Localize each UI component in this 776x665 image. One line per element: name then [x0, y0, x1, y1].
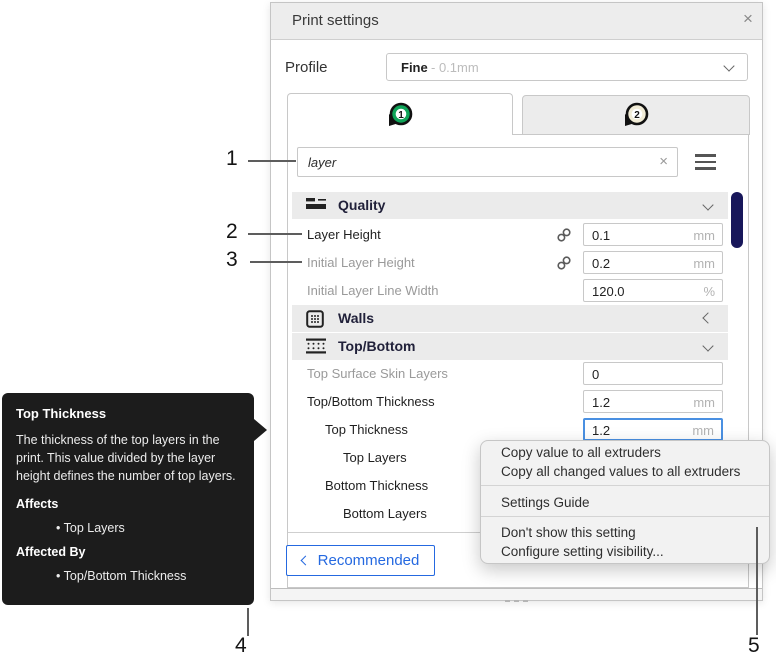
setting-value-field[interactable]: 120.0 % — [583, 279, 723, 302]
link-icon — [557, 228, 571, 242]
chevron-down-icon — [723, 60, 735, 72]
scrollbar-thumb[interactable] — [731, 192, 743, 248]
section-top-bottom-label: Top/Bottom — [338, 338, 416, 354]
row-initial-layer-height: Initial Layer Height 0.2 mm — [292, 249, 728, 277]
setting-unit: mm — [692, 423, 714, 438]
menu-item-dont-show[interactable]: Don't show this setting — [481, 525, 769, 540]
setting-label: Layer Height — [307, 227, 381, 242]
section-quality[interactable]: Quality — [292, 192, 728, 219]
annotation-2: 2 — [226, 220, 238, 243]
annotation-5: 5 — [748, 634, 760, 657]
setting-value: 0.2 — [592, 256, 611, 271]
context-menu: Copy value to all extruders Copy all cha… — [480, 440, 770, 564]
menu-item-settings-guide[interactable]: Settings Guide — [481, 495, 769, 510]
row-top-bottom-thickness: Top/Bottom Thickness 1.2 mm — [292, 388, 728, 416]
quality-icon — [306, 198, 326, 209]
annotation-4-line — [247, 608, 249, 636]
setting-label: Initial Layer Line Width — [307, 283, 439, 298]
tab-extruder-2[interactable]: 2 — [522, 95, 750, 135]
setting-tooltip: Top Thickness The thickness of the top l… — [2, 393, 254, 605]
setting-unit: mm — [693, 395, 715, 410]
panel-resize-handle[interactable] — [271, 588, 762, 602]
clear-search-icon[interactable]: × — [659, 153, 668, 170]
tooltip-affects-heading: Affects — [16, 497, 59, 512]
annotation-1: 1 — [226, 147, 238, 170]
setting-value: 0 — [592, 367, 600, 382]
setting-value-field[interactable]: 0 — [583, 362, 723, 385]
annotation-1-line — [248, 160, 296, 162]
setting-value: 120.0 — [592, 284, 625, 299]
tooltip-affected-by-heading: Affected By — [16, 545, 86, 560]
profile-suffix: - 0.1mm — [431, 60, 479, 75]
row-top-surface-skin-layers: Top Surface Skin Layers 0 — [292, 360, 728, 388]
row-initial-layer-line-width: Initial Layer Line Width 120.0 % — [292, 277, 728, 305]
setting-value-field-focused[interactable]: 1.2 mm — [583, 418, 723, 441]
setting-label: Top Thickness — [325, 422, 408, 437]
screenshot-stage: Print settings × Profile Fine - 0.1mm 1 … — [0, 0, 776, 665]
link-icon — [557, 256, 571, 270]
search-text: layer — [308, 155, 337, 170]
profile-value: Fine — [401, 60, 428, 75]
chevron-down-icon — [702, 199, 714, 211]
section-quality-label: Quality — [338, 197, 386, 213]
annotation-2-line — [248, 233, 302, 235]
menu-separator — [481, 516, 769, 517]
search-input[interactable]: layer × — [297, 147, 678, 177]
setting-value: 1.2 — [592, 423, 611, 438]
setting-unit: mm — [693, 256, 715, 271]
setting-unit: mm — [693, 228, 715, 243]
top-bottom-icon — [306, 338, 326, 354]
extruder-1-icon: 1 — [389, 102, 413, 126]
setting-label: Bottom Layers — [343, 506, 427, 521]
annotation-5-line — [756, 527, 758, 635]
setting-label: Initial Layer Height — [307, 255, 415, 270]
close-icon[interactable]: × — [738, 9, 758, 29]
tooltip-title: Top Thickness — [16, 406, 107, 421]
tooltip-affects-item: • Top Layers — [56, 521, 125, 536]
menu-separator — [481, 485, 769, 486]
section-walls[interactable]: Walls — [292, 305, 728, 332]
setting-label: Top Surface Skin Layers — [307, 366, 448, 381]
setting-value-field[interactable]: 1.2 mm — [583, 390, 723, 413]
recommended-button[interactable]: Recommended — [286, 545, 435, 576]
settings-menu-icon[interactable] — [695, 154, 716, 174]
annotation-3: 3 — [226, 248, 238, 271]
menu-item-configure-visibility[interactable]: Configure setting visibility... — [481, 544, 769, 559]
tooltip-affected-by-item: • Top/Bottom Thickness — [56, 569, 187, 584]
setting-label: Top Layers — [343, 450, 407, 465]
menu-item-copy-value[interactable]: Copy value to all extruders — [481, 445, 769, 460]
section-top-bottom[interactable]: Top/Bottom — [292, 333, 728, 360]
extruder-1-number: 1 — [398, 109, 404, 120]
tooltip-arrow — [254, 419, 267, 441]
panel-title: Print settings — [292, 12, 379, 29]
extruder-2-icon: 2 — [625, 102, 649, 126]
setting-unit: % — [703, 284, 715, 299]
profile-dropdown[interactable]: Fine - 0.1mm — [386, 53, 748, 81]
setting-value: 1.2 — [592, 395, 611, 410]
walls-icon — [306, 310, 324, 328]
recommended-label: Recommended — [317, 552, 420, 569]
setting-value-field[interactable]: 0.1 mm — [583, 223, 723, 246]
setting-label: Top/Bottom Thickness — [307, 394, 435, 409]
tab-extruder-1[interactable]: 1 — [287, 93, 513, 135]
setting-label: Bottom Thickness — [325, 478, 429, 493]
extruder-2-number: 2 — [634, 110, 640, 121]
chevron-left-icon — [300, 555, 311, 566]
setting-value-field[interactable]: 0.2 mm — [583, 251, 723, 274]
chevron-down-icon — [702, 340, 714, 352]
annotation-4: 4 — [235, 634, 247, 657]
menu-item-copy-all-changed[interactable]: Copy all changed values to all extruders — [481, 464, 769, 479]
row-layer-height: Layer Height 0.1 mm — [292, 221, 728, 249]
tooltip-description: The thickness of the top layers in the p… — [16, 433, 236, 483]
setting-value: 0.1 — [592, 228, 611, 243]
section-walls-label: Walls — [338, 310, 375, 326]
chevron-left-icon — [702, 312, 714, 324]
annotation-3-line — [250, 261, 302, 263]
profile-label: Profile — [285, 59, 328, 76]
